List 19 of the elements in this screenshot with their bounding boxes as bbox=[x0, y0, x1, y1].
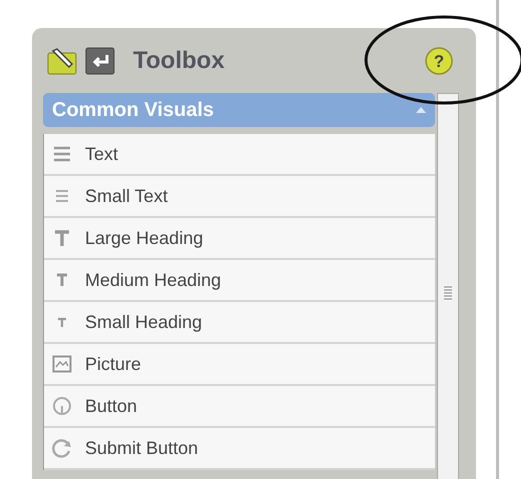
toolbox-item[interactable]: Medium Heading bbox=[44, 260, 435, 302]
toolbox-item[interactable]: Small Text bbox=[44, 176, 435, 218]
toolbox-item[interactable]: Small Heading bbox=[44, 302, 435, 344]
grip-icon[interactable] bbox=[444, 286, 452, 300]
collapse-icon[interactable] bbox=[416, 107, 426, 113]
panel-title: Toolbox bbox=[133, 46, 225, 76]
letter-t-icon bbox=[52, 228, 72, 248]
toolbox-item[interactable]: Text bbox=[44, 134, 435, 176]
arrow-box-icon[interactable] bbox=[85, 47, 115, 75]
circular-arrow-icon bbox=[52, 438, 72, 458]
circle-icon bbox=[52, 396, 72, 416]
toolbox-item[interactable]: Large Heading bbox=[44, 218, 435, 260]
toolbox-item[interactable]: Picture bbox=[44, 344, 435, 386]
toolbox-item[interactable]: Button bbox=[44, 386, 435, 428]
toolbox-item[interactable]: Submit Button bbox=[44, 428, 435, 470]
picture-icon bbox=[52, 354, 72, 374]
help-icon[interactable]: ? bbox=[424, 46, 454, 76]
lines-icon bbox=[52, 144, 72, 164]
scrollbar[interactable] bbox=[437, 93, 459, 479]
